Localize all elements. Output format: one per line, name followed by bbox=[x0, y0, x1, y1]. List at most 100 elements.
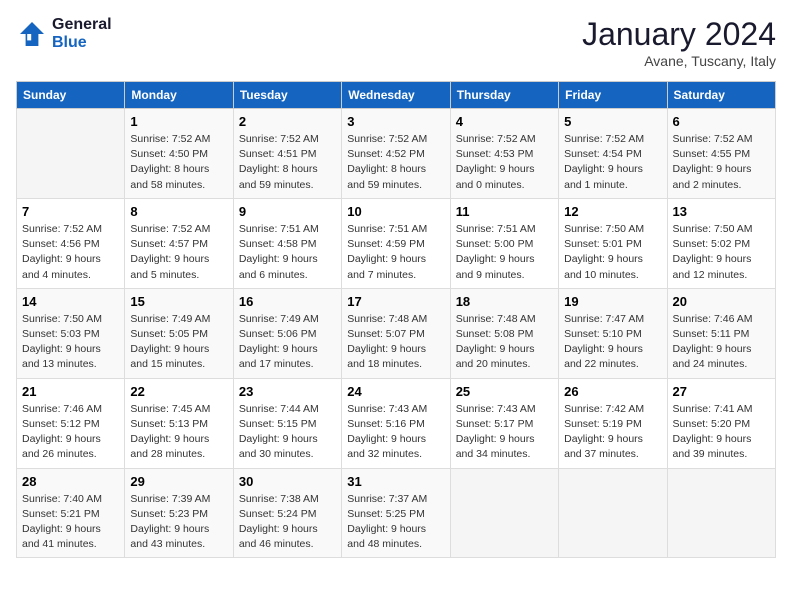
day-cell: 18 Sunrise: 7:48 AM Sunset: 5:08 PM Dayli… bbox=[450, 288, 558, 378]
week-row-3: 14 Sunrise: 7:50 AM Sunset: 5:03 PM Dayli… bbox=[17, 288, 776, 378]
week-row-1: 1Sunrise: 7:52 AM Sunset: 4:50 PM Daylig… bbox=[17, 109, 776, 199]
day-cell: 11 Sunrise: 7:51 AM Sunset: 5:00 PM Dayli… bbox=[450, 198, 558, 288]
logo: General Blue bbox=[16, 16, 112, 51]
day-number: 6 bbox=[673, 114, 770, 129]
location-subtitle: Avane, Tuscany, Italy bbox=[582, 53, 776, 69]
header-tuesday: Tuesday bbox=[233, 82, 341, 109]
day-number: 29 bbox=[130, 474, 227, 489]
day-number: 18 bbox=[456, 294, 553, 309]
day-number: 17 bbox=[347, 294, 444, 309]
day-cell: 20Sunrise: 7:46 AM Sunset: 5:11 PM Dayli… bbox=[667, 288, 775, 378]
day-info: Sunrise: 7:52 AM Sunset: 4:51 PM Dayligh… bbox=[239, 132, 336, 193]
day-info: Sunrise: 7:50 AM Sunset: 5:02 PM Dayligh… bbox=[673, 222, 770, 283]
day-cell: 4 Sunrise: 7:52 AM Sunset: 4:53 PM Daylig… bbox=[450, 109, 558, 199]
day-number: 16 bbox=[239, 294, 336, 309]
day-info: Sunrise: 7:45 AM Sunset: 5:13 PM Dayligh… bbox=[130, 402, 227, 463]
day-cell: 6 Sunrise: 7:52 AM Sunset: 4:55 PM Daylig… bbox=[667, 109, 775, 199]
day-number: 28 bbox=[22, 474, 119, 489]
day-info: Sunrise: 7:42 AM Sunset: 5:19 PM Dayligh… bbox=[564, 402, 661, 463]
day-info: Sunrise: 7:46 AM Sunset: 5:12 PM Dayligh… bbox=[22, 402, 119, 463]
day-info: Sunrise: 7:51 AM Sunset: 5:00 PM Dayligh… bbox=[456, 222, 553, 283]
day-number: 25 bbox=[456, 384, 553, 399]
day-info: Sunrise: 7:47 AM Sunset: 5:10 PM Dayligh… bbox=[564, 312, 661, 373]
day-number: 11 bbox=[456, 204, 553, 219]
day-info: Sunrise: 7:41 AM Sunset: 5:20 PM Dayligh… bbox=[673, 402, 770, 463]
day-cell: 15 Sunrise: 7:49 AM Sunset: 5:05 PM Dayli… bbox=[125, 288, 233, 378]
day-info: Sunrise: 7:51 AM Sunset: 4:59 PM Dayligh… bbox=[347, 222, 444, 283]
header-monday: Monday bbox=[125, 82, 233, 109]
calendar-table: SundayMondayTuesdayWednesdayThursdayFrid… bbox=[16, 81, 776, 558]
day-number: 10 bbox=[347, 204, 444, 219]
week-row-2: 7 Sunrise: 7:52 AM Sunset: 4:56 PM Daylig… bbox=[17, 198, 776, 288]
day-number: 27 bbox=[673, 384, 770, 399]
day-number: 22 bbox=[130, 384, 227, 399]
day-cell: 29Sunrise: 7:39 AM Sunset: 5:23 PM Dayli… bbox=[125, 468, 233, 558]
day-cell bbox=[450, 468, 558, 558]
logo-icon bbox=[16, 18, 48, 50]
day-cell: 14 Sunrise: 7:50 AM Sunset: 5:03 PM Dayli… bbox=[17, 288, 125, 378]
day-cell: 7 Sunrise: 7:52 AM Sunset: 4:56 PM Daylig… bbox=[17, 198, 125, 288]
day-info: Sunrise: 7:46 AM Sunset: 5:11 PM Dayligh… bbox=[673, 312, 770, 373]
day-info: Sunrise: 7:48 AM Sunset: 5:08 PM Dayligh… bbox=[456, 312, 553, 373]
month-title: January 2024 bbox=[582, 16, 776, 53]
header-friday: Friday bbox=[559, 82, 667, 109]
day-info: Sunrise: 7:52 AM Sunset: 4:50 PM Dayligh… bbox=[130, 132, 227, 193]
day-number: 2 bbox=[239, 114, 336, 129]
day-cell bbox=[559, 468, 667, 558]
header-row: SundayMondayTuesdayWednesdayThursdayFrid… bbox=[17, 82, 776, 109]
day-cell: 8 Sunrise: 7:52 AM Sunset: 4:57 PM Daylig… bbox=[125, 198, 233, 288]
day-number: 5 bbox=[564, 114, 661, 129]
day-info: Sunrise: 7:37 AM Sunset: 5:25 PM Dayligh… bbox=[347, 492, 444, 553]
day-cell: 31 Sunrise: 7:37 AM Sunset: 5:25 PM Dayli… bbox=[342, 468, 450, 558]
day-cell: 28Sunrise: 7:40 AM Sunset: 5:21 PM Dayli… bbox=[17, 468, 125, 558]
day-cell: 13 Sunrise: 7:50 AM Sunset: 5:02 PM Dayli… bbox=[667, 198, 775, 288]
day-info: Sunrise: 7:43 AM Sunset: 5:16 PM Dayligh… bbox=[347, 402, 444, 463]
day-info: Sunrise: 7:52 AM Sunset: 4:53 PM Dayligh… bbox=[456, 132, 553, 193]
day-cell: 27 Sunrise: 7:41 AM Sunset: 5:20 PM Dayli… bbox=[667, 378, 775, 468]
day-number: 23 bbox=[239, 384, 336, 399]
day-number: 14 bbox=[22, 294, 119, 309]
day-cell: 22 Sunrise: 7:45 AM Sunset: 5:13 PM Dayli… bbox=[125, 378, 233, 468]
day-cell: 26Sunrise: 7:42 AM Sunset: 5:19 PM Dayli… bbox=[559, 378, 667, 468]
day-cell: 2 Sunrise: 7:52 AM Sunset: 4:51 PM Daylig… bbox=[233, 109, 341, 199]
logo-general: General bbox=[52, 16, 112, 34]
day-cell: 25Sunrise: 7:43 AM Sunset: 5:17 PM Dayli… bbox=[450, 378, 558, 468]
day-info: Sunrise: 7:51 AM Sunset: 4:58 PM Dayligh… bbox=[239, 222, 336, 283]
day-cell: 3 Sunrise: 7:52 AM Sunset: 4:52 PM Daylig… bbox=[342, 109, 450, 199]
day-number: 13 bbox=[673, 204, 770, 219]
day-info: Sunrise: 7:50 AM Sunset: 5:01 PM Dayligh… bbox=[564, 222, 661, 283]
day-cell: 24Sunrise: 7:43 AM Sunset: 5:16 PM Dayli… bbox=[342, 378, 450, 468]
day-info: Sunrise: 7:52 AM Sunset: 4:52 PM Dayligh… bbox=[347, 132, 444, 193]
day-info: Sunrise: 7:52 AM Sunset: 4:56 PM Dayligh… bbox=[22, 222, 119, 283]
day-info: Sunrise: 7:44 AM Sunset: 5:15 PM Dayligh… bbox=[239, 402, 336, 463]
day-cell bbox=[667, 468, 775, 558]
day-info: Sunrise: 7:49 AM Sunset: 5:05 PM Dayligh… bbox=[130, 312, 227, 373]
day-number: 19 bbox=[564, 294, 661, 309]
day-info: Sunrise: 7:49 AM Sunset: 5:06 PM Dayligh… bbox=[239, 312, 336, 373]
header-sunday: Sunday bbox=[17, 82, 125, 109]
day-number: 4 bbox=[456, 114, 553, 129]
day-info: Sunrise: 7:52 AM Sunset: 4:57 PM Dayligh… bbox=[130, 222, 227, 283]
day-cell: 16 Sunrise: 7:49 AM Sunset: 5:06 PM Dayli… bbox=[233, 288, 341, 378]
day-number: 12 bbox=[564, 204, 661, 219]
day-cell: 10 Sunrise: 7:51 AM Sunset: 4:59 PM Dayli… bbox=[342, 198, 450, 288]
day-cell: 5 Sunrise: 7:52 AM Sunset: 4:54 PM Daylig… bbox=[559, 109, 667, 199]
day-number: 8 bbox=[130, 204, 227, 219]
day-number: 31 bbox=[347, 474, 444, 489]
day-cell: 30 Sunrise: 7:38 AM Sunset: 5:24 PM Dayli… bbox=[233, 468, 341, 558]
day-cell: 23 Sunrise: 7:44 AM Sunset: 5:15 PM Dayli… bbox=[233, 378, 341, 468]
day-number: 3 bbox=[347, 114, 444, 129]
day-number: 30 bbox=[239, 474, 336, 489]
day-number: 15 bbox=[130, 294, 227, 309]
day-number: 21 bbox=[22, 384, 119, 399]
header-saturday: Saturday bbox=[667, 82, 775, 109]
week-row-4: 21 Sunrise: 7:46 AM Sunset: 5:12 PM Dayli… bbox=[17, 378, 776, 468]
day-cell: 17 Sunrise: 7:48 AM Sunset: 5:07 PM Dayli… bbox=[342, 288, 450, 378]
day-info: Sunrise: 7:50 AM Sunset: 5:03 PM Dayligh… bbox=[22, 312, 119, 373]
day-info: Sunrise: 7:38 AM Sunset: 5:24 PM Dayligh… bbox=[239, 492, 336, 553]
day-cell bbox=[17, 109, 125, 199]
day-info: Sunrise: 7:52 AM Sunset: 4:55 PM Dayligh… bbox=[673, 132, 770, 193]
day-info: Sunrise: 7:52 AM Sunset: 4:54 PM Dayligh… bbox=[564, 132, 661, 193]
day-info: Sunrise: 7:48 AM Sunset: 5:07 PM Dayligh… bbox=[347, 312, 444, 373]
day-number: 7 bbox=[22, 204, 119, 219]
